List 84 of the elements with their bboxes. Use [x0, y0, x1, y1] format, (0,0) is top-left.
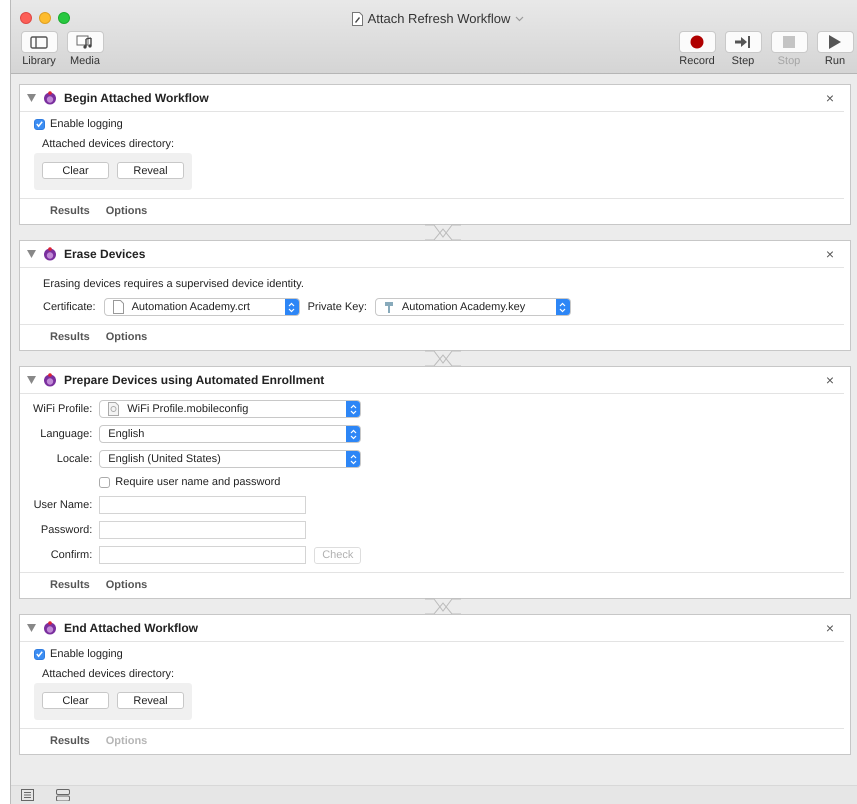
panel-tab[interactable]: Results [50, 205, 90, 217]
popup-button[interactable]: Automation Academy.key [374, 298, 571, 316]
toolbar-button[interactable] [66, 31, 104, 53]
field-label: Locale: [56, 453, 92, 465]
push-button[interactable]: Clear [42, 162, 109, 179]
field-label: Certificate: [43, 301, 96, 313]
toolbar-button[interactable] [678, 31, 716, 53]
push-button[interactable]: Reveal [117, 162, 184, 179]
action-title: Erase Devices [64, 247, 146, 261]
sphere-icon [43, 91, 57, 105]
window-title: Attach Refresh Workflow [368, 11, 510, 26]
toolbar-button[interactable] [816, 31, 854, 53]
panel-tab[interactable]: Results [50, 735, 90, 747]
document-icon [112, 300, 124, 314]
disclosure-triangle-icon[interactable] [27, 624, 36, 632]
panel-tab[interactable]: Options [106, 205, 148, 217]
toolbar-button[interactable] [724, 31, 762, 53]
action-title: Prepare Devices using Automated Enrollment [64, 373, 326, 387]
disclosure-triangle-icon[interactable] [27, 94, 36, 102]
sphere-icon [43, 247, 57, 261]
up-down-arrows-icon [559, 302, 566, 312]
field-label: WiFi Profile: [33, 403, 92, 415]
field-label: Language: [39, 428, 92, 440]
input-field[interactable] [99, 521, 306, 539]
field-label: User Name: [33, 499, 92, 511]
up-down-arrows-icon [350, 404, 357, 414]
sidebar-icon [30, 36, 48, 48]
media-icon [76, 35, 94, 49]
checkbox-label: Enable logging [50, 118, 123, 130]
toolbar-label: Library [22, 55, 56, 67]
push-button[interactable]: Clear [42, 692, 109, 709]
panel-tab[interactable]: Results [50, 579, 90, 591]
checkbox[interactable] [34, 118, 45, 130]
field-label: Password: [40, 524, 92, 536]
close-button[interactable]: × [826, 246, 834, 262]
close-window-button[interactable] [20, 12, 32, 24]
play-icon [829, 35, 841, 49]
sphere-icon [43, 621, 57, 635]
toolbar-label: Run [824, 55, 846, 67]
close-button[interactable]: × [826, 372, 834, 388]
document-icon [352, 12, 363, 26]
panel-tab[interactable]: Options [106, 579, 148, 591]
step-icon [735, 36, 751, 48]
note-text: Erasing devices requires a supervised device identity. [43, 278, 305, 290]
zoom-window-button[interactable] [58, 12, 70, 24]
panel-tab[interactable]: Results [50, 331, 90, 343]
key-icon [384, 301, 394, 313]
input-field[interactable] [99, 546, 306, 564]
toolbar-label: Media [70, 55, 100, 67]
action-title: Begin Attached Workflow [64, 91, 210, 105]
field-label: Confirm: [50, 549, 92, 561]
toolbar-label: Step [732, 55, 754, 67]
disclosure-triangle-icon[interactable] [27, 376, 36, 384]
popup-button[interactable]: WiFi Profile.mobileconfig [99, 400, 362, 418]
minimize-window-button[interactable] [39, 12, 51, 24]
list-view-icon[interactable] [21, 789, 34, 801]
panel-tab[interactable]: Options [106, 331, 148, 343]
up-down-arrows-icon [350, 428, 357, 440]
toolbar-button[interactable] [20, 31, 58, 53]
stop-icon [783, 36, 795, 48]
close-button[interactable]: × [826, 620, 834, 636]
checkbox[interactable] [34, 648, 45, 660]
input-field[interactable] [99, 496, 306, 514]
directory-label: Attached devices directory: [42, 668, 176, 680]
close-button[interactable]: × [826, 90, 834, 106]
up-down-arrows-icon [288, 302, 296, 312]
field-label: Private Key: [308, 301, 367, 313]
record-icon [690, 35, 704, 49]
checkbox-label: Require user name and password [115, 476, 280, 488]
action-title: End Attached Workflow [64, 621, 200, 635]
push-button[interactable]: Reveal [117, 692, 184, 709]
checkbox-label: Enable logging [50, 648, 123, 660]
checkbox[interactable] [99, 476, 110, 488]
disclosure-triangle-icon[interactable] [27, 250, 36, 258]
popup-button[interactable]: English [99, 425, 362, 443]
toolbar-label: Record [679, 55, 715, 67]
sphere-icon [43, 373, 57, 387]
chevron-icon [515, 16, 524, 22]
up-down-arrows-icon [350, 454, 357, 464]
popup-button[interactable]: Automation Academy.crt [104, 298, 300, 316]
document-icon [108, 402, 120, 416]
directory-label: Attached devices directory: [42, 138, 176, 150]
popup-button[interactable]: English (United States) [99, 450, 362, 468]
split-view-icon[interactable] [56, 789, 70, 801]
